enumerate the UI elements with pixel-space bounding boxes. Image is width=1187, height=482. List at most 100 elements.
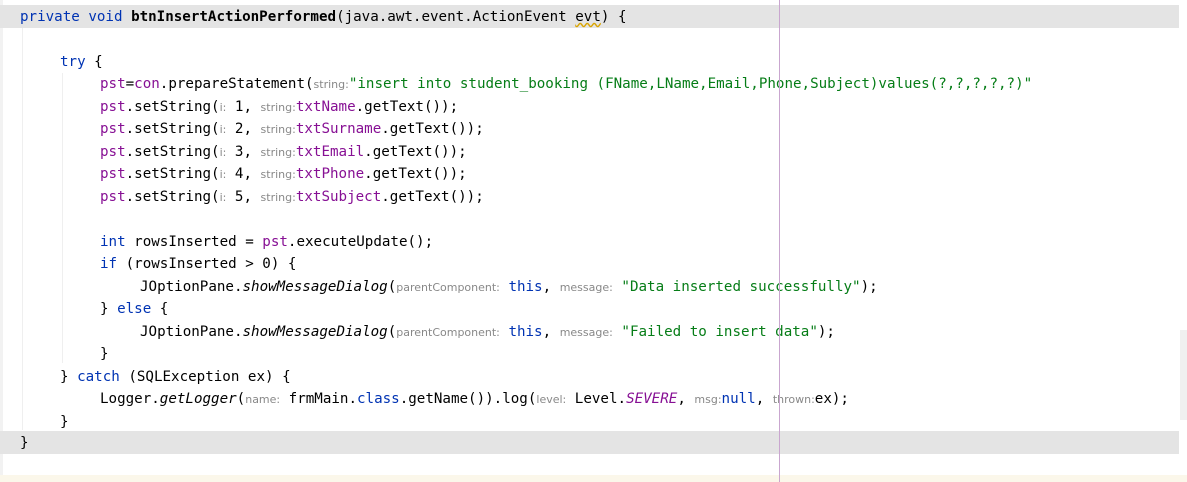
code-text: ( [387, 324, 397, 340]
field-ref: txtSubject [295, 189, 382, 205]
parameter-hint: string: [260, 101, 296, 114]
code-text: } [60, 369, 78, 385]
code-line-14[interactable]: JOptionPane.showMessageDialog(parentComp… [140, 321, 835, 343]
field-ref: txtName [295, 99, 356, 115]
code-line-7[interactable]: pst.setString(i: 4, string:txtPhone.getT… [100, 163, 467, 185]
parameter-hint: parentComponent: [396, 326, 500, 339]
code-line-19[interactable]: } [20, 432, 29, 454]
field-ref: pst [262, 234, 288, 250]
code-line-13[interactable]: } else { [100, 298, 168, 320]
code-line-15[interactable]: } [100, 343, 109, 365]
keyword: null [721, 391, 756, 407]
parameter-hint: msg: [694, 393, 722, 406]
code-text: } [100, 301, 118, 317]
indent-guide [22, 28, 23, 430]
code-text: } [100, 346, 109, 362]
code-text: JOptionPane. [140, 279, 243, 295]
code-text: 1, [226, 99, 261, 115]
code-text: ( [387, 279, 397, 295]
parameter-hint: level: [536, 393, 567, 406]
code-line-6[interactable]: pst.setString(i: 3, string:txtEmail.getT… [100, 141, 467, 163]
code-text: = [125, 76, 135, 92]
code-text: rowsInserted = [125, 234, 263, 250]
code-line-8[interactable]: pst.setString(i: 5, string:txtSubject.ge… [100, 186, 484, 208]
parameter-hint: string: [260, 168, 296, 181]
code-text: .getText()); [355, 99, 459, 115]
code-line-10[interactable]: int rowsInserted = pst.executeUpdate(); [100, 231, 433, 253]
code-text: .getText()); [381, 121, 484, 137]
keyword: if [100, 256, 118, 272]
code-text: 5, [226, 189, 261, 205]
code-line-12[interactable]: JOptionPane.showMessageDialog(parentComp… [140, 276, 878, 298]
keyword: int [100, 234, 126, 250]
code-line-16[interactable]: } catch (SQLException ex) { [60, 366, 291, 388]
parameter-hint: string: [313, 78, 349, 91]
static-method: getLogger [159, 391, 237, 407]
code-text: .setString( [125, 166, 220, 182]
code-text: ex); [814, 391, 849, 407]
field-ref: txtSurname [295, 121, 382, 137]
code-line-11[interactable]: if (rowsInserted > 0) { [100, 253, 296, 275]
field-ref: pst [100, 166, 126, 182]
string-literal: "insert into student_booking (FName,LNam… [348, 76, 1033, 92]
code-line-17[interactable]: Logger.getLogger(name: frmMain.class.get… [100, 388, 849, 410]
code-text: 3, [226, 144, 261, 160]
code-text: frmMain. [280, 391, 357, 407]
code-text: ) { [600, 9, 627, 25]
code-text: , [542, 279, 560, 295]
code-text: 4, [226, 166, 261, 182]
parameter-hint: message: [559, 281, 613, 294]
method-name: btnInsertActionPerformed [131, 9, 337, 25]
code-text: .setString( [125, 189, 220, 205]
code-text: ); [817, 324, 835, 340]
code-text: Level. [566, 391, 627, 407]
code-line-1[interactable]: private void btnInsertActionPerformed(ja… [20, 6, 626, 28]
static-field: SEVERE [626, 391, 678, 407]
keyword: this [508, 279, 543, 295]
code-line-5[interactable]: pst.setString(i: 2, string:txtSurname.ge… [100, 118, 484, 140]
code-text: Logger. [100, 391, 160, 407]
code-line-18[interactable]: } [60, 411, 69, 433]
parameter-hint: parentComponent: [396, 281, 500, 294]
code-text: .setString( [125, 121, 220, 137]
vertical-scrollbar[interactable] [1180, 330, 1187, 420]
field-ref: pst [100, 76, 126, 92]
code-text: .executeUpdate(); [287, 234, 434, 250]
editor-gutter [0, 0, 3, 482]
parameter-hint: name: [245, 393, 281, 406]
code-text: .prepareStatement( [159, 76, 314, 92]
code-text: .getName()).log( [399, 391, 537, 407]
parameter-name: evt [575, 9, 601, 25]
field-ref: txtPhone [295, 166, 365, 182]
code-line-2[interactable]: try { [60, 51, 103, 73]
indent-guide [62, 73, 63, 363]
code-text: (java.awt.event.ActionEvent [336, 9, 576, 25]
code-text: 2, [226, 121, 261, 137]
field-ref: pst [100, 144, 126, 160]
closing-line-highlight [0, 431, 1179, 454]
code-editor[interactable]: private void btnInsertActionPerformed(ja… [0, 0, 1187, 482]
code-text: } [20, 435, 29, 451]
string-literal: "Data inserted successfully" [621, 279, 861, 295]
keyword: else [117, 301, 152, 317]
field-ref: pst [100, 99, 126, 115]
keyword: void [88, 9, 123, 25]
code-text: (SQLException ex) { [119, 369, 291, 385]
editor-bottom-strip [0, 475, 1187, 482]
code-line-3[interactable]: pst=con.prepareStatement(string:"insert … [100, 73, 1032, 95]
static-method: showMessageDialog [242, 279, 388, 295]
parameter-hint: string: [260, 123, 296, 136]
code-text: .getText()); [364, 166, 467, 182]
parameter-hint: message: [559, 326, 613, 339]
code-text: .setString( [125, 99, 220, 115]
code-text: , [755, 391, 773, 407]
string-literal: "Failed to insert data" [621, 324, 818, 340]
code-line-4[interactable]: pst.setString(i: 1, string:txtName.getTe… [100, 96, 458, 118]
keyword: this [508, 324, 543, 340]
code-text: } [60, 414, 69, 430]
code-text: , [542, 324, 560, 340]
code-text: ( [236, 391, 246, 407]
keyword: private [20, 9, 80, 25]
keyword: try [60, 54, 86, 70]
code-text: .getText()); [381, 189, 484, 205]
